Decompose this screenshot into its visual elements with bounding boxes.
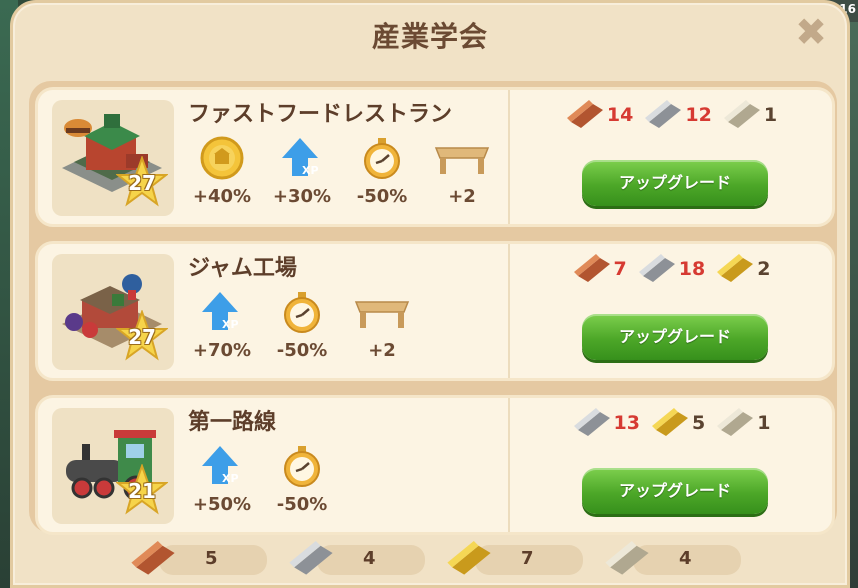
cost-item: 2 <box>715 254 770 284</box>
bonus-item: -50% <box>342 132 422 207</box>
inventory-amount: 4 <box>679 548 692 569</box>
silver-bar-icon <box>638 254 675 282</box>
cost-item: 13 <box>572 408 640 438</box>
cost-amount: 13 <box>613 412 640 434</box>
inventory-amount: 7 <box>521 548 534 569</box>
cost-item: 7 <box>572 254 627 284</box>
stopwatch-icon <box>262 286 342 338</box>
bonus-list: +40% XP +30% -50% +2 <box>182 132 502 207</box>
building-row: 27 ジャム工場 XP +70% -50% +2 7 18 2 アップグレード <box>35 241 835 381</box>
bonus-item: -50% <box>262 286 342 361</box>
bonus-list: XP +50% -50% <box>182 440 342 515</box>
gold-bar-icon <box>651 408 688 436</box>
svg-text:XP: XP <box>222 472 239 485</box>
platinum-bar-icon <box>717 408 754 436</box>
upgrade-button[interactable]: アップグレード <box>582 468 768 514</box>
upgrade-cost-list: 14 12 1 <box>508 100 834 130</box>
silver-bar-icon <box>645 100 682 128</box>
bonus-value: -50% <box>276 340 328 361</box>
xp-arrow-icon: XP <box>182 440 262 492</box>
coin-icon <box>182 132 262 184</box>
level-star: 27 <box>116 156 168 208</box>
platinum-bar-icon <box>723 100 760 128</box>
building-row: 21 第一路線 XP +50% -50% 13 5 1 アップグレード <box>35 395 835 535</box>
copper-bar-icon <box>573 254 610 282</box>
bonus-item: XP +50% <box>182 440 262 515</box>
platinum-bar-icon <box>605 541 649 575</box>
xp-arrow-icon: XP <box>262 132 342 184</box>
bonus-value: +50% <box>192 494 252 515</box>
level-value: 27 <box>128 325 156 349</box>
cost-amount: 1 <box>763 104 778 126</box>
cost-amount: 14 <box>606 104 634 126</box>
bonus-item: +40% <box>182 132 262 207</box>
bonus-value: +70% <box>192 340 252 361</box>
table-icon <box>422 132 502 184</box>
table-icon <box>342 286 422 338</box>
panel-title: 産業学会 <box>371 20 488 53</box>
stopwatch-icon <box>262 440 342 492</box>
silver-bar-icon <box>573 408 610 436</box>
close-icon[interactable]: ✖ <box>795 13 827 51</box>
bonus-value: +30% <box>272 186 332 207</box>
copper-bar-icon <box>131 541 175 575</box>
cost-item: 18 <box>637 254 705 284</box>
bonus-value: -50% <box>356 186 408 207</box>
building-list: 27 ファストフードレストラン +40% XP +30% -50% +2 14 … <box>29 81 837 535</box>
industry-academy-panel: 産業学会 ✖ 27 ファストフードレストラン +40% XP +30% -50%… <box>10 0 850 588</box>
inventory-amount: 4 <box>363 548 376 569</box>
bonus-item: +2 <box>342 286 422 361</box>
silver-bar-icon <box>289 541 333 575</box>
svg-text:XP: XP <box>302 164 319 177</box>
inventory-item: 4 <box>287 541 425 577</box>
copper-bar-icon <box>566 100 603 128</box>
inventory-item: 4 <box>603 541 741 577</box>
xp-arrow-icon: XP <box>182 286 262 338</box>
cost-amount: 2 <box>757 258 771 280</box>
inventory-item: 7 <box>445 541 583 577</box>
cost-item: 5 <box>650 408 705 438</box>
gold-bar-icon <box>717 254 754 282</box>
upgrade-cost-list: 7 18 2 <box>508 254 834 284</box>
upgrade-cost-list: 13 5 1 <box>508 408 834 438</box>
cost-amount: 5 <box>691 412 706 434</box>
bonus-value: +2 <box>368 340 396 361</box>
building-name: ジャム工場 <box>188 256 297 281</box>
ingot-inventory: 5 4 7 4 <box>129 541 749 583</box>
cost-item: 1 <box>715 408 770 438</box>
cost-amount: 7 <box>613 258 627 280</box>
bonus-item: XP +70% <box>182 286 262 361</box>
level-star: 27 <box>116 310 168 362</box>
svg-text:XP: XP <box>222 318 239 331</box>
bonus-value: +2 <box>448 186 476 207</box>
cost-amount: 12 <box>685 104 712 126</box>
level-value: 21 <box>128 479 156 503</box>
cost-item: 14 <box>565 100 633 130</box>
stopwatch-icon <box>342 132 422 184</box>
bonus-value: -50% <box>276 494 328 515</box>
bonus-item: -50% <box>262 440 342 515</box>
cost-item: 1 <box>722 100 777 130</box>
level-value: 27 <box>128 171 156 195</box>
upgrade-button[interactable]: アップグレード <box>582 160 768 206</box>
inventory-amount: 5 <box>205 548 218 569</box>
cost-item: 12 <box>643 100 712 130</box>
building-name: 第一路線 <box>188 410 277 435</box>
upgrade-button[interactable]: アップグレード <box>582 314 768 360</box>
building-row: 27 ファストフードレストラン +40% XP +30% -50% +2 14 … <box>35 87 835 227</box>
bonus-item: XP +30% <box>262 132 342 207</box>
inventory-item: 5 <box>129 541 267 577</box>
building-name: ファストフードレストラン <box>188 102 453 127</box>
level-star: 21 <box>116 464 168 516</box>
cost-amount: 18 <box>678 258 706 280</box>
bonus-list: XP +70% -50% +2 <box>182 286 422 361</box>
cost-amount: 1 <box>757 412 771 434</box>
gold-bar-icon <box>447 541 491 575</box>
bonus-item: +2 <box>422 132 502 207</box>
bonus-value: +40% <box>192 186 252 207</box>
